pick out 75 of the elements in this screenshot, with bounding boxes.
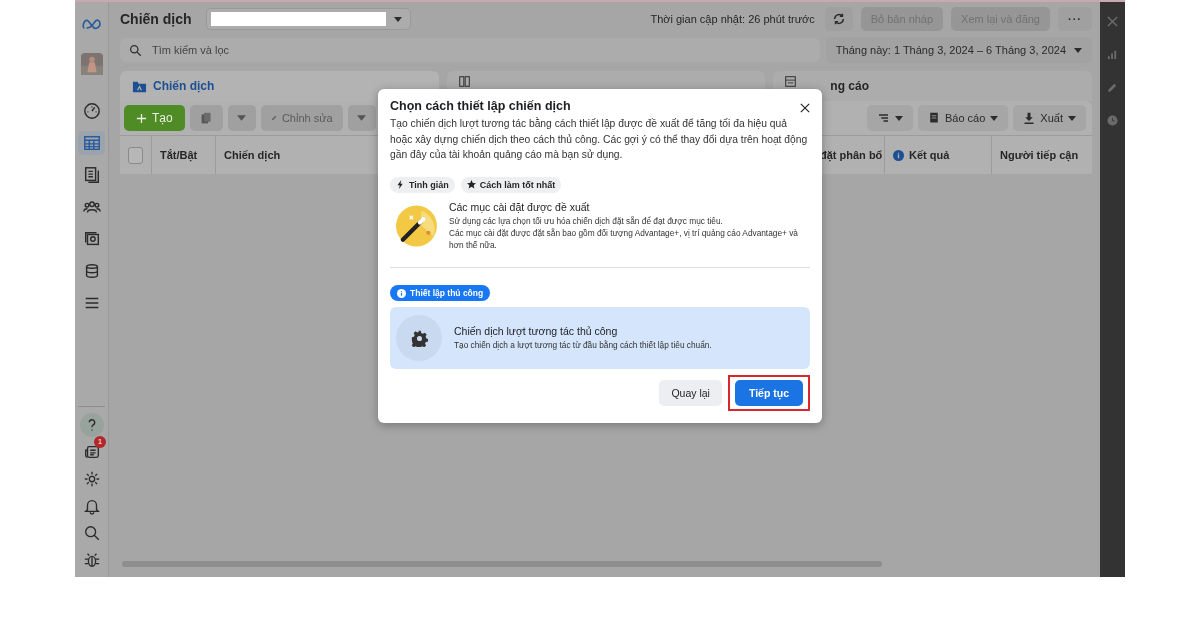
dropdown-button[interactable] [227, 105, 256, 131]
pages-icon [82, 166, 101, 184]
dropdown-button[interactable] [347, 105, 376, 131]
option-description: Sử dụng các lựa chọn tối ưu hóa chiến dịch đặt sẵn để đạt được mục tiêu. [448, 214, 724, 227]
pencil-icon[interactable] [1107, 82, 1118, 93]
settings-icon [82, 470, 101, 488]
page-title: Chiến dịch [120, 11, 192, 27]
option-description: Các mục cài đặt được đặt sẵn bao gồm đối tượng Advantage+, vị trí quảng cáo Advantage+ và hơn thế nữa. [448, 226, 799, 251]
nav-item[interactable] [78, 131, 105, 155]
search-icon [82, 524, 101, 542]
lightning-icon [396, 180, 405, 189]
bug-icon [82, 551, 101, 569]
grid-icon [458, 76, 470, 87]
breakdown-button[interactable] [867, 105, 913, 131]
tag: Cách làm tốt nhất [460, 176, 562, 193]
dialog-description: Tạo chiến dịch lượt tương tác bằng cách thiết lập được đề xuất để tăng tối đa hiệu quả hoặc xây dựng chiến dịch theo cách thủ công. Các gợi ý có thể thay đổi dựa trên hoạt động gần đây của tài khoản quảng cáo mà bạn sử dụng. [390, 116, 809, 162]
caret-icon [895, 115, 903, 121]
column-header[interactable]: Tắt/Bật [160, 149, 198, 161]
download-icon [1023, 112, 1036, 124]
caret-icon [357, 115, 367, 121]
tab[interactable]: ng cáo [773, 71, 1092, 101]
caret-icon [393, 16, 402, 22]
column-header[interactable]: Người tiếp cận [1000, 149, 1079, 161]
gear-icon [396, 315, 442, 361]
back-button[interactable]: Quay lại [659, 380, 722, 406]
tab-label-active: Chiến dịch [153, 79, 215, 93]
more-button[interactable]: ··· [1058, 7, 1092, 31]
search-field[interactable]: Tìm kiếm và lọc [120, 38, 820, 62]
breakdown-icon [877, 112, 890, 124]
option-description: Tạo chiến dịch a lượt tương tác từ đầu bằng cách thiết lập tiêu chuẩn. [454, 339, 712, 351]
bell-icon [82, 497, 101, 515]
caret-icon [1074, 47, 1082, 53]
close-icon[interactable] [800, 103, 810, 113]
newspaper-icon [82, 443, 101, 461]
copy-icon [199, 111, 213, 125]
scrollbar[interactable] [122, 561, 882, 567]
caret-icon [1068, 115, 1076, 121]
caret-icon [990, 115, 999, 121]
star-icon [466, 180, 476, 189]
section-badge: Thiết lập thủ công [390, 285, 491, 301]
update-time: Thời gian cập nhật: 26 phút trước [650, 13, 815, 25]
gauge-icon [82, 102, 101, 120]
clock-icon[interactable] [1107, 115, 1118, 126]
meta-logo[interactable] [81, 18, 102, 30]
dialog-title: Chọn cách thiết lập chiến dịch [390, 99, 571, 113]
tab[interactable]: Chiến dịch [120, 71, 439, 101]
search-icon [129, 44, 142, 57]
plus-icon [136, 112, 147, 124]
info-icon [893, 149, 904, 161]
duplicate-button[interactable] [189, 105, 223, 131]
image-stack-icon [82, 230, 101, 248]
report-button[interactable]: Báo cáo [918, 105, 1009, 131]
option-title: Chiến dịch lượt tương tác thủ công [454, 325, 619, 337]
ad-icon [785, 76, 797, 87]
create-button[interactable]: Tạo [124, 105, 185, 131]
refresh-icon [831, 12, 846, 26]
export-button[interactable]: Xuất [1013, 105, 1086, 131]
notification-badge: 1 [94, 436, 106, 448]
refresh-button[interactable] [824, 7, 853, 31]
date-range-dropdown[interactable]: Tháng này: 1 Tháng 3, 2024 – 6 Tháng 3, 2024 [825, 37, 1092, 63]
option-title: Các mục cài đặt được đề xuất [448, 200, 591, 213]
column-header[interactable]: Kết quả [909, 149, 950, 161]
nav-item[interactable] [79, 413, 104, 437]
checkbox[interactable] [128, 146, 143, 164]
setup-option[interactable]: Chiến dịch lượt tương tác thủ công Tạo chiến dịch a lượt tương tác từ đầu bằng cách thiết lập tiêu chuẩn. [390, 307, 810, 369]
info-icon [397, 288, 406, 298]
account-dropdown[interactable] [205, 8, 411, 30]
caret-icon [237, 115, 247, 121]
tag: Tinh giản [390, 176, 455, 193]
report-icon [928, 112, 940, 124]
bar-chart-icon[interactable] [1107, 49, 1118, 60]
column-header[interactable]: Chiến dịch [224, 149, 281, 161]
table-icon [82, 134, 101, 152]
tab-label: ng cáo [830, 79, 869, 93]
continue-button[interactable]: Tiếp tục [734, 380, 803, 406]
